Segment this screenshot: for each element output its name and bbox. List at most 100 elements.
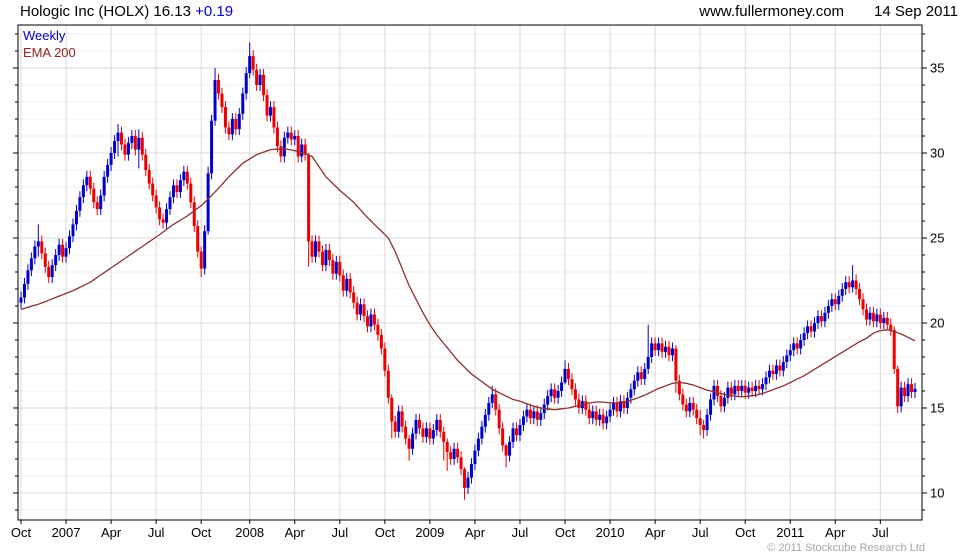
x-axis-label: Apr — [465, 525, 486, 540]
instrument-title: Hologic Inc (HOLX) 16.13 — [20, 3, 191, 20]
candle-body — [868, 312, 872, 320]
candle-body — [140, 137, 144, 155]
candle-body — [85, 176, 89, 186]
x-axis-label: Oct — [375, 525, 396, 540]
candle-body — [379, 334, 383, 349]
chart-page: Hologic Inc (HOLX) 16.13 +0.19 www.fulle… — [0, 0, 980, 560]
candle-body — [88, 176, 92, 189]
candle-body — [854, 280, 858, 289]
x-axis-label: Apr — [285, 525, 306, 540]
candle-body — [646, 356, 650, 369]
candle-body — [248, 56, 252, 74]
candle-body — [667, 346, 671, 356]
candle-body — [92, 188, 96, 203]
candle-body — [476, 438, 480, 451]
candle-body — [272, 107, 276, 128]
candle-body — [393, 421, 397, 432]
candle-body — [878, 314, 882, 323]
candle-body — [515, 428, 519, 436]
candle-body — [22, 283, 26, 298]
candle-body — [19, 297, 23, 303]
x-axis-label: Jul — [512, 525, 529, 540]
candle-body — [494, 394, 498, 410]
x-axis-label: Oct — [191, 525, 212, 540]
candle-body — [570, 379, 574, 390]
header-right: www.fullermoney.com 14 Sep 2011 — [699, 3, 958, 20]
candle-body — [241, 93, 245, 114]
candle-body — [369, 314, 373, 327]
x-axis-label: 2011 — [776, 525, 804, 540]
candle-body — [314, 241, 318, 257]
x-axis-label: Apr — [825, 525, 846, 540]
candle-body — [546, 396, 550, 405]
candle-body — [632, 380, 636, 390]
candle-body — [265, 95, 269, 116]
candle-body — [882, 317, 886, 323]
candle-body — [722, 397, 726, 407]
x-axis-label: Oct — [11, 525, 32, 540]
candle-body — [664, 346, 668, 352]
candle-body — [126, 142, 130, 155]
candle-body — [352, 292, 356, 303]
candle-body — [608, 409, 612, 417]
candle-body — [833, 299, 837, 305]
candle-body — [414, 419, 418, 434]
candle-body — [151, 183, 155, 196]
candle-body — [355, 302, 359, 315]
candle-body — [154, 195, 158, 208]
candle-body — [653, 343, 657, 351]
candle-body — [463, 469, 467, 488]
candle-body — [165, 209, 169, 223]
candle-body — [643, 368, 647, 380]
website-label: www.fullermoney.com — [699, 3, 845, 20]
candle-body — [785, 355, 789, 363]
candle-body — [605, 416, 609, 424]
candle-body — [674, 348, 678, 381]
candle-body — [442, 431, 446, 442]
x-axis-label: 2010 — [596, 525, 625, 540]
candle-body — [54, 254, 58, 266]
candle-body — [237, 113, 241, 130]
candle-body — [421, 428, 425, 437]
candle-body — [338, 261, 342, 276]
y-axis-label: 10 — [930, 485, 944, 500]
plot-border — [17, 24, 923, 521]
chart-date: 14 Sep 2011 — [874, 3, 958, 20]
price-change: +0.19 — [195, 3, 234, 20]
candle-body — [178, 180, 182, 193]
candle-body — [182, 171, 186, 181]
candle-body — [864, 309, 868, 320]
candle-body — [251, 56, 255, 70]
candle-body — [487, 402, 491, 415]
candle-body — [726, 387, 730, 398]
candle-body — [625, 397, 629, 408]
candle-body — [106, 164, 110, 177]
candle-body — [95, 202, 99, 210]
legend-weekly: Weekly — [23, 28, 66, 43]
candle-body — [639, 372, 643, 380]
candle-body — [293, 136, 297, 140]
candle-body — [799, 339, 803, 349]
candle-body — [892, 329, 896, 369]
candle-body — [223, 107, 227, 128]
candle-body — [528, 409, 532, 419]
candle-body — [889, 324, 893, 330]
candle-body — [175, 185, 179, 193]
candle-body — [650, 343, 654, 357]
candle-body — [43, 253, 47, 267]
candle-body — [262, 74, 266, 96]
candle-body — [521, 416, 525, 425]
candle-body — [747, 387, 751, 393]
candles-layer — [19, 42, 917, 500]
y-axis-label: 20 — [930, 315, 944, 330]
candle-body — [601, 414, 605, 424]
candle-body — [372, 314, 376, 325]
x-axis-label: Apr — [101, 525, 122, 540]
candle-body — [743, 385, 747, 393]
candle-body — [171, 185, 175, 198]
candle-body — [61, 244, 65, 257]
candle-body — [213, 79, 217, 121]
candle-body — [761, 384, 765, 390]
candle-body — [560, 382, 564, 391]
candle-body — [913, 388, 917, 393]
